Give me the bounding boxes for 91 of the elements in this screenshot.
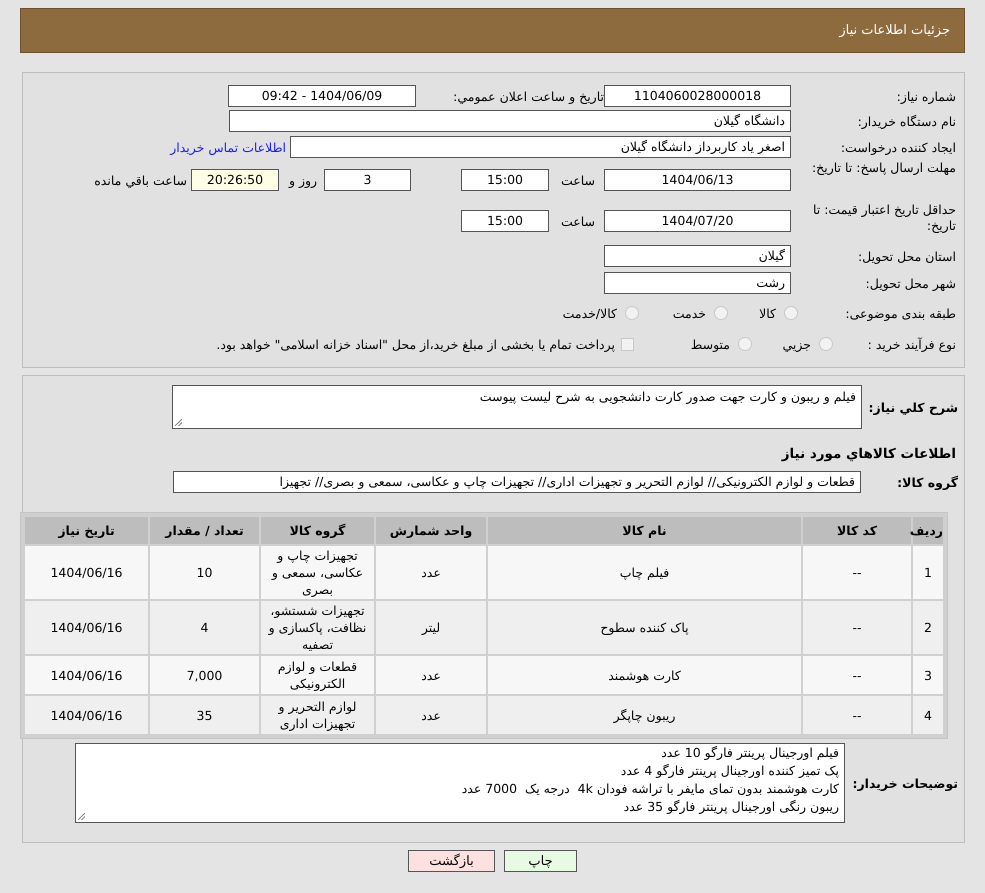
table-cell: 1404/06/16 [25,696,148,734]
table-cell: 4 [913,696,943,734]
note-line: فیلم اورجینال پرینتر فارگو 10 عدد [660,744,839,762]
table-cell: 1 [913,546,943,599]
text-field[interactable]: 15:00 [461,169,549,191]
text-area[interactable]: فیلم اورجینال پرینتر فارگو 10 عدد پک تمیز کننده اورجینال پرینتر فارگو 4 عدد کارت هوشمند بدون تمای مایفر با تراشه فودان 4k درجه یک 7000 عدد ریبون رنگی اورجینال پرینتر فارگو 35 عدد [75,743,845,823]
note-line: ریبون رنگی اورجینال پرینتر فارگو 35 عدد [622,798,839,816]
radio-button[interactable] [784,306,798,320]
area-text: فیلم و ریبون و کارت جهت صدور کارت دانشجویی به شرح لیست پیوست [480,389,856,404]
field-label: گروه کالا: [896,474,959,490]
print-button[interactable]: چاپ [504,850,577,872]
contact-link[interactable]: اطلاعات تماس خریدار [170,140,286,154]
text-field[interactable]: 15:00 [461,210,549,232]
table-cell: پاک کننده سطوح [488,601,801,654]
table-cell: 2 [913,601,943,654]
column-header: گروه کالا [261,517,374,544]
table-cell: 1404/06/16 [25,546,148,599]
text-field[interactable]: 1104060028000018 [604,85,791,107]
note-line: پک تمیز کننده اورجینال پرینتر فارگو 4 عدد [620,762,839,780]
field-label: شماره نیاز: [896,88,957,104]
table-cell: تجهیزات شستشو، نظافت، پاکسازی و تصفیه [261,601,374,654]
field-label: مهلت ارسال پاسخ: تا تاریخ: [810,160,957,176]
field-label: شهر محل تحویل: [864,276,957,290]
field-label: نام دستگاه خریدار: [856,114,957,128]
column-header: کد کالا [803,517,911,544]
table-cell: -- [803,696,911,734]
table-cell: 10 [150,546,259,599]
field-label: ساعت باقي مانده [94,172,188,188]
table-cell: عدد [376,696,486,734]
table-cell: عدد [376,656,486,694]
table-cell: -- [803,656,911,694]
note-line: کارت هوشمند بدون تمای مایفر با تراشه فودان 4k درجه یک 7000 عدد [460,780,839,798]
text-field[interactable]: 1404/06/09 - 09:42 [228,85,416,107]
table-cell: 1404/06/16 [25,601,148,654]
back-button[interactable]: بازگشت [408,850,495,872]
table-cell: -- [803,601,911,654]
table-cell: فیلم چاپ [488,546,801,599]
field-label: طبقه بندی موضوعی: [844,306,957,320]
radio-button[interactable] [738,337,752,351]
table-cell: قطعات و لوازم الکترونیکی [261,656,374,694]
column-header: واحد شمارش [376,517,486,544]
option-label: جزيي [782,336,811,352]
option-label: خدمت [672,306,706,320]
table-cell: 35 [150,696,259,734]
text-field[interactable]: 1404/07/20 [604,210,791,232]
checkbox[interactable] [621,338,634,350]
table-cell: تجهیزات چاپ و عکاسی، سمعی و بصری [261,546,374,599]
text-field[interactable]: 1404/06/13 [604,169,791,191]
column-header: تاریخ نیاز [25,517,148,544]
field-label: روز و [288,172,318,188]
text-field[interactable]: 3 [324,169,411,191]
text-field[interactable]: قطعات و لوازم الکترونیکی// لوازم التحریر و تجهیزات اداری// تجهیزات چاپ و عکاسی، سمعی و بصری// تجهیزا [173,471,861,493]
radio-button[interactable] [714,306,728,320]
resize-grip-icon [78,813,85,820]
field-label: توضیحات خریدار: [851,776,959,790]
field-label: ساعت [560,214,596,228]
resize-grip-icon [175,419,182,426]
table-cell: ریبون چاپگر [488,696,801,734]
text-field[interactable]: رشت [604,272,791,294]
table-cell: لیتر [376,601,486,654]
field-label: ساعت [560,172,596,188]
option-label: کالا/خدمت [562,306,617,320]
radio-button[interactable] [819,337,833,351]
field-label: شرح کلي نياز: [868,400,959,414]
table-cell: عدد [376,546,486,599]
text-field[interactable]: دانشگاه گیلان [229,110,791,132]
table-cell: لوازم التحریر و تجهیزات اداری [261,696,374,734]
section-heading: اطلاعات کالاهاي مورد نياز [780,445,957,464]
column-header: نام کالا [488,517,801,544]
field-label: نوع فرآیند خرید : [866,336,957,352]
table-cell: 7,000 [150,656,259,694]
field-label: تاریخ و ساعت اعلان عمومي: [452,88,604,104]
field-label: استان محل تحویل: [856,248,957,264]
text-field[interactable]: گیلان [604,245,791,267]
page-title: جزئیات اطلاعات نیاز [839,23,950,38]
table-cell: کارت هوشمند [488,656,801,694]
table-cell: 3 [913,656,943,694]
option-label: کالا [759,306,776,320]
radio-button[interactable] [625,306,639,320]
column-header: تعداد / مقدار [150,517,259,544]
option-label: متوسط [690,336,730,352]
text-area[interactable]: فیلم و ریبون و کارت جهت صدور کارت دانشجویی به شرح لیست پیوست [172,385,862,429]
checkbox-label: پرداخت تمام یا بخشی از مبلغ خرید،از محل "اسناد خزانه اسلامی" خواهد بود. [216,336,615,352]
field-label: ایجاد کننده درخواست: [840,140,957,154]
column-header: ردیف [913,517,943,544]
table-cell: 4 [150,601,259,654]
field-label: حداقل تاریخ اعتبار قیمت: تا تاریخ: [812,202,957,234]
table-cell: -- [803,546,911,599]
text-field[interactable]: اصغر یاد کاربرداز دانشگاه گیلان [290,136,791,158]
text-field[interactable]: 20:26:50 [191,169,279,191]
table-cell: 1404/06/16 [25,656,148,694]
